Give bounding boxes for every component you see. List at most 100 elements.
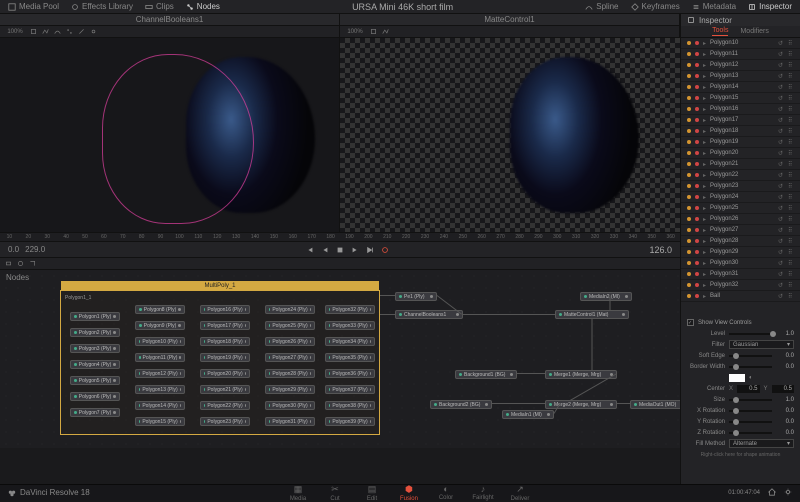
yrot-value[interactable]: 0.0	[776, 419, 794, 425]
keyframe-dot-icon[interactable]	[687, 129, 691, 133]
softedge-value[interactable]: 0.0	[776, 353, 794, 359]
keyframe-dot-icon[interactable]	[687, 74, 691, 78]
reset-icon[interactable]: ↺	[778, 84, 784, 90]
options-icon[interactable]: ⠿	[788, 260, 794, 266]
options-icon[interactable]: ⠿	[788, 227, 794, 233]
level-slider[interactable]: .prop-slider[style*="95"]::after{left:95…	[729, 333, 772, 335]
enable-dot-icon[interactable]	[695, 162, 699, 166]
metadata-toggle[interactable]: Metadata	[692, 2, 736, 11]
polygon-list-row[interactable]: ▸ Polygon13 ↺ ⠿	[681, 71, 800, 82]
keyframe-dot-icon[interactable]	[687, 173, 691, 177]
expand-caret-icon[interactable]: ▸	[703, 40, 706, 47]
keyframe-dot-icon[interactable]	[687, 195, 691, 199]
keyframe-dot-icon[interactable]	[687, 41, 691, 45]
keyframe-dot-icon[interactable]	[687, 250, 691, 254]
fillmethod-dropdown[interactable]: Alternate▾	[729, 439, 794, 448]
options-icon[interactable]: ⠿	[788, 282, 794, 288]
node-polygon[interactable]: Polygon38 (Ply)	[325, 401, 375, 410]
enable-dot-icon[interactable]	[695, 217, 699, 221]
page-color[interactable]: ◐Color	[429, 484, 463, 502]
node-tool[interactable]: Pe1 (Ply)	[395, 292, 437, 301]
expand-caret-icon[interactable]: ▸	[703, 227, 706, 234]
size-slider[interactable]	[729, 399, 772, 401]
node-polygon[interactable]: Polygon37 (Ply)	[325, 385, 375, 394]
keyframe-dot-icon[interactable]	[687, 52, 691, 56]
node-polygon[interactable]: Polygon6 (Ply)	[70, 392, 120, 401]
polygon-list-row[interactable]: ▸ Polygon15 ↺ ⠿	[681, 93, 800, 104]
home-icon[interactable]	[768, 488, 776, 498]
tab-modifiers[interactable]: Modifiers	[740, 28, 768, 35]
polygon-list-row[interactable]: ▸ Polygon29 ↺ ⠿	[681, 247, 800, 258]
zoom-value-r[interactable]: 100%	[344, 27, 366, 36]
options-icon[interactable]: ⠿	[788, 150, 794, 156]
enable-dot-icon[interactable]	[695, 283, 699, 287]
range-start[interactable]: 0.0	[8, 245, 19, 254]
zrot-slider[interactable]	[729, 432, 772, 434]
expand-caret-icon[interactable]: ▸	[703, 73, 706, 80]
enable-dot-icon[interactable]	[695, 184, 699, 188]
bitmap-tool-icon[interactable]	[65, 27, 74, 36]
expand-caret-icon[interactable]: ▸	[703, 260, 706, 267]
enable-dot-icon[interactable]	[695, 250, 699, 254]
node-editor[interactable]: Nodes MultiPoly_1 Polygon1_1 Polygon1 (P…	[0, 270, 680, 448]
zrot-value[interactable]: 0.0	[776, 430, 794, 436]
keyframe-dot-icon[interactable]	[687, 107, 691, 111]
expand-caret-icon[interactable]: ▸	[703, 172, 706, 179]
reset-icon[interactable]: ↺	[778, 271, 784, 277]
enable-dot-icon[interactable]	[695, 85, 699, 89]
node-polygon[interactable]: Polygon36 (Ply)	[325, 369, 375, 378]
bspline-tool-icon[interactable]	[53, 27, 62, 36]
node-polygon[interactable]: Polygon27 (Ply)	[265, 353, 315, 362]
keyframe-dot-icon[interactable]	[687, 217, 691, 221]
node-tool[interactable]: MediaIn1 (MI)	[502, 410, 554, 419]
options-icon[interactable]: ⠿	[788, 172, 794, 178]
enable-dot-icon[interactable]	[695, 74, 699, 78]
expand-caret-icon[interactable]: ▸	[703, 117, 706, 124]
reset-icon[interactable]: ↺	[778, 249, 784, 255]
play-reverse-button[interactable]	[320, 245, 330, 255]
keyframe-dot-icon[interactable]	[687, 283, 691, 287]
node-tool-2[interactable]	[16, 259, 25, 268]
wand-tool-icon[interactable]	[77, 27, 86, 36]
node-polygon[interactable]: Polygon34 (Ply)	[325, 337, 375, 346]
keyframe-dot-icon[interactable]	[687, 118, 691, 122]
range-end[interactable]: 126.0	[649, 245, 672, 255]
node-polygon[interactable]: Polygon12 (Ply)	[135, 369, 185, 378]
softedge-slider[interactable]	[729, 355, 772, 357]
node-polygon[interactable]: Polygon39 (Ply)	[325, 417, 375, 426]
polygon-list[interactable]: ▸ Polygon10 ↺ ⠿ ▸ Polygon11 ↺ ⠿ ▸ Polygo…	[681, 38, 800, 313]
keyframe-dot-icon[interactable]	[687, 96, 691, 100]
enable-dot-icon[interactable]	[695, 129, 699, 133]
options-icon[interactable]: ⠿	[788, 216, 794, 222]
reset-icon[interactable]: ↺	[778, 117, 784, 123]
node-polygon[interactable]: Polygon33 (Ply)	[325, 321, 375, 330]
page-media[interactable]: ▦Media	[281, 484, 315, 502]
node-polygon[interactable]: Polygon32 (Ply)	[325, 305, 375, 314]
timeline-ruler[interactable]: 1020304050607080901001101201301401501601…	[0, 232, 680, 242]
node-polygon[interactable]: Polygon21 (Ply)	[200, 385, 250, 394]
polygon-list-row[interactable]: ▸ Polygon27 ↺ ⠿	[681, 225, 800, 236]
node-tool[interactable]: MediaOut1 (MO)	[630, 400, 680, 409]
play-button[interactable]	[350, 245, 360, 255]
level-value[interactable]: 1.0	[776, 331, 794, 337]
tab-tools[interactable]: Tools	[712, 27, 728, 36]
keyframes-toggle[interactable]: Keyframes	[631, 2, 680, 11]
enable-dot-icon[interactable]	[695, 52, 699, 56]
enable-dot-icon[interactable]	[695, 261, 699, 265]
enable-dot-icon[interactable]	[695, 294, 699, 298]
polygon-list-row[interactable]: ▸ Polygon22 ↺ ⠿	[681, 170, 800, 181]
node-tool[interactable]: Background2 (BG)	[430, 400, 492, 409]
node-polygon[interactable]: Polygon16 (Ply)	[200, 305, 250, 314]
keyframe-dot-icon[interactable]	[687, 272, 691, 276]
reset-icon[interactable]: ↺	[778, 260, 784, 266]
node-polygon[interactable]: Polygon23 (Ply)	[200, 417, 250, 426]
node-polygon[interactable]: Polygon17 (Ply)	[200, 321, 250, 330]
reset-icon[interactable]: ↺	[778, 205, 784, 211]
size-value[interactable]: 1.0	[776, 397, 794, 403]
node-polygon[interactable]: Polygon2 (Ply)	[70, 328, 120, 337]
options-icon[interactable]: ⠿	[788, 271, 794, 277]
paint-tool-icon[interactable]	[89, 27, 98, 36]
polyline-tool-icon-r[interactable]	[381, 27, 390, 36]
polygon-list-row[interactable]: ▸ Polygon17 ↺ ⠿	[681, 115, 800, 126]
expand-caret-icon[interactable]: ▸	[703, 249, 706, 256]
